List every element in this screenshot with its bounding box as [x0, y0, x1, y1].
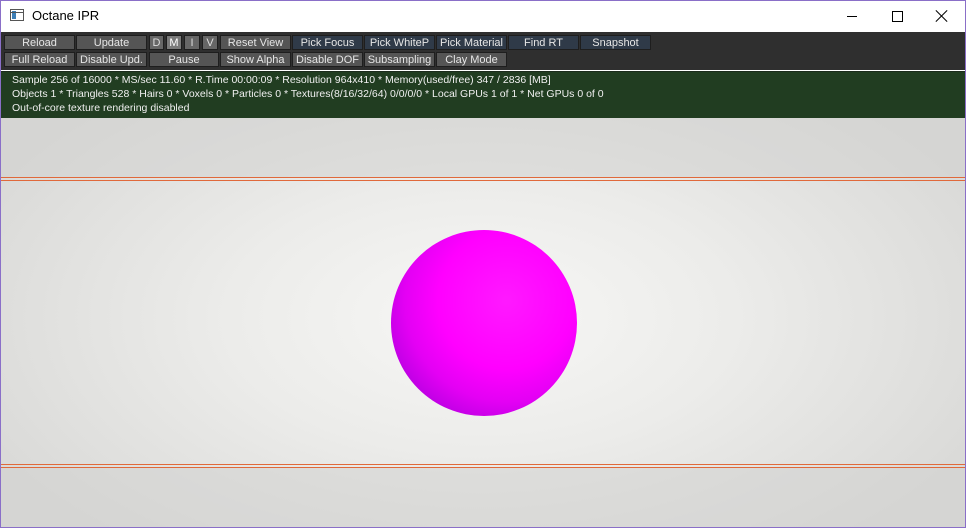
film-region-guide-bottom	[1, 464, 965, 468]
disable-dof-button[interactable]: Disable DOF	[292, 52, 363, 67]
rendered-sphere[interactable]	[391, 230, 577, 416]
find-rt-button[interactable]: Find RT	[508, 35, 579, 50]
render-viewport[interactable]	[1, 118, 965, 527]
reload-button[interactable]: Reload	[4, 35, 75, 50]
octane-ipr-window: Octane IPR Reload Update D M I V Reset V…	[0, 0, 966, 528]
close-button[interactable]	[919, 1, 965, 31]
title-bar[interactable]: Octane IPR	[1, 1, 965, 32]
toggle-v-button[interactable]: V	[202, 35, 218, 50]
clay-mode-button[interactable]: Clay Mode	[436, 52, 507, 67]
show-alpha-button[interactable]: Show Alpha	[220, 52, 291, 67]
toggle-i-button[interactable]: I	[184, 35, 200, 50]
pause-button[interactable]: Pause	[149, 52, 219, 67]
film-region-mask-top	[1, 118, 965, 177]
film-region-mask-bottom	[1, 468, 965, 527]
window-title: Octane IPR	[32, 8, 100, 23]
maximize-icon	[891, 10, 903, 22]
minimize-button[interactable]	[829, 1, 875, 31]
toggle-m-button[interactable]: M	[166, 35, 182, 50]
status-sample-line: Sample 256 of 16000 * MS/sec 11.60 * R.T…	[12, 74, 551, 86]
status-texture-line: Out-of-core texture rendering disabled	[12, 102, 190, 114]
toggle-d-button[interactable]: D	[149, 35, 164, 50]
minimize-icon	[847, 15, 857, 17]
reset-view-button[interactable]: Reset View	[220, 35, 291, 50]
app-window-icon	[10, 9, 24, 21]
pick-material-button[interactable]: Pick Material	[436, 35, 507, 50]
update-button[interactable]: Update	[76, 35, 147, 50]
maximize-button[interactable]	[874, 1, 920, 31]
pick-whitepoint-button[interactable]: Pick WhiteP	[364, 35, 435, 50]
full-reload-button[interactable]: Full Reload	[4, 52, 75, 67]
subsampling-button[interactable]: Subsampling	[364, 52, 435, 67]
film-region-guide-top	[1, 177, 965, 181]
ipr-toolbar: Reload Update D M I V Reset View Pick Fo…	[1, 32, 965, 70]
disable-updates-button[interactable]: Disable Upd.	[76, 52, 147, 67]
snapshot-button[interactable]: Snapshot	[580, 35, 651, 50]
close-icon	[936, 10, 948, 22]
pick-focus-button[interactable]: Pick Focus	[292, 35, 363, 50]
render-status-panel: Sample 256 of 16000 * MS/sec 11.60 * R.T…	[1, 71, 965, 118]
status-scene-line: Objects 1 * Triangles 528 * Hairs 0 * Vo…	[12, 88, 604, 100]
